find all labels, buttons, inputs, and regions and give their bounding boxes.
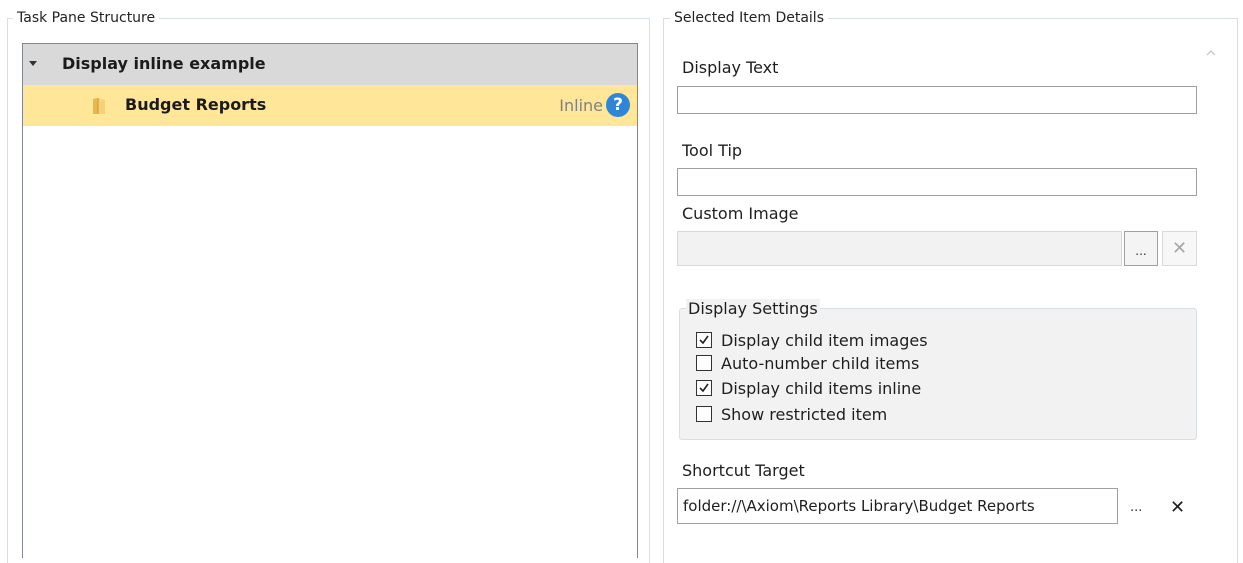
checkbox-show-restricted-item[interactable]: Show restricted item [696, 404, 887, 424]
checkmark-icon [699, 335, 709, 345]
folder-icon [93, 98, 105, 114]
checkbox-auto-number-child-items[interactable]: Auto-number child items [696, 353, 919, 373]
help-icon[interactable]: ? [606, 93, 630, 117]
checkbox-label: Show restricted item [721, 404, 888, 424]
display-settings-title: Display Settings [686, 299, 820, 319]
checkbox-label: Auto-number child items [721, 353, 920, 373]
shortcut-target-label: Shortcut Target [682, 461, 805, 480]
checkbox-box[interactable] [696, 355, 712, 371]
checkbox-box[interactable] [696, 380, 712, 396]
checkbox-display-child-item-images[interactable]: Display child item images [696, 330, 928, 350]
tool-tip-label: Tool Tip [682, 141, 743, 160]
inline-badge: Inline [559, 96, 603, 115]
display-text-label: Display Text [682, 58, 779, 77]
tree-item-root[interactable]: Display inline example [23, 44, 637, 85]
selected-item-details-title: Selected Item Details [670, 8, 828, 28]
tool-tip-input[interactable] [677, 168, 1197, 196]
scroll-up-chevron-icon[interactable] [1204, 46, 1218, 60]
shortcut-target-input[interactable] [677, 488, 1118, 524]
custom-image-input [677, 231, 1122, 266]
custom-image-browse-button[interactable]: ... [1124, 231, 1158, 266]
shortcut-target-clear-button[interactable]: ✕ [1170, 497, 1185, 518]
custom-image-clear-button: ✕ [1162, 231, 1197, 266]
checkbox-label: Display child items inline [721, 378, 922, 398]
expand-arrow-icon[interactable] [29, 61, 37, 66]
tree-item-budget-reports[interactable]: Budget Reports Inline ? [23, 85, 637, 126]
shortcut-target-browse-button[interactable]: ... [1130, 500, 1142, 515]
display-text-input[interactable] [677, 86, 1197, 114]
tree-item-budget-reports-label: Budget Reports [125, 95, 267, 114]
tree-item-root-label: Display inline example [62, 54, 266, 73]
checkmark-icon [699, 383, 709, 393]
checkbox-label: Display child item images [721, 330, 928, 350]
task-pane-tree[interactable]: Display inline example Budget Reports In… [22, 43, 638, 558]
task-pane-structure-title: Task Pane Structure [13, 8, 160, 28]
checkbox-box[interactable] [696, 332, 712, 348]
custom-image-label: Custom Image [682, 204, 799, 223]
checkbox-box[interactable] [696, 406, 712, 422]
checkbox-display-child-items-inline[interactable]: Display child items inline [696, 378, 921, 398]
